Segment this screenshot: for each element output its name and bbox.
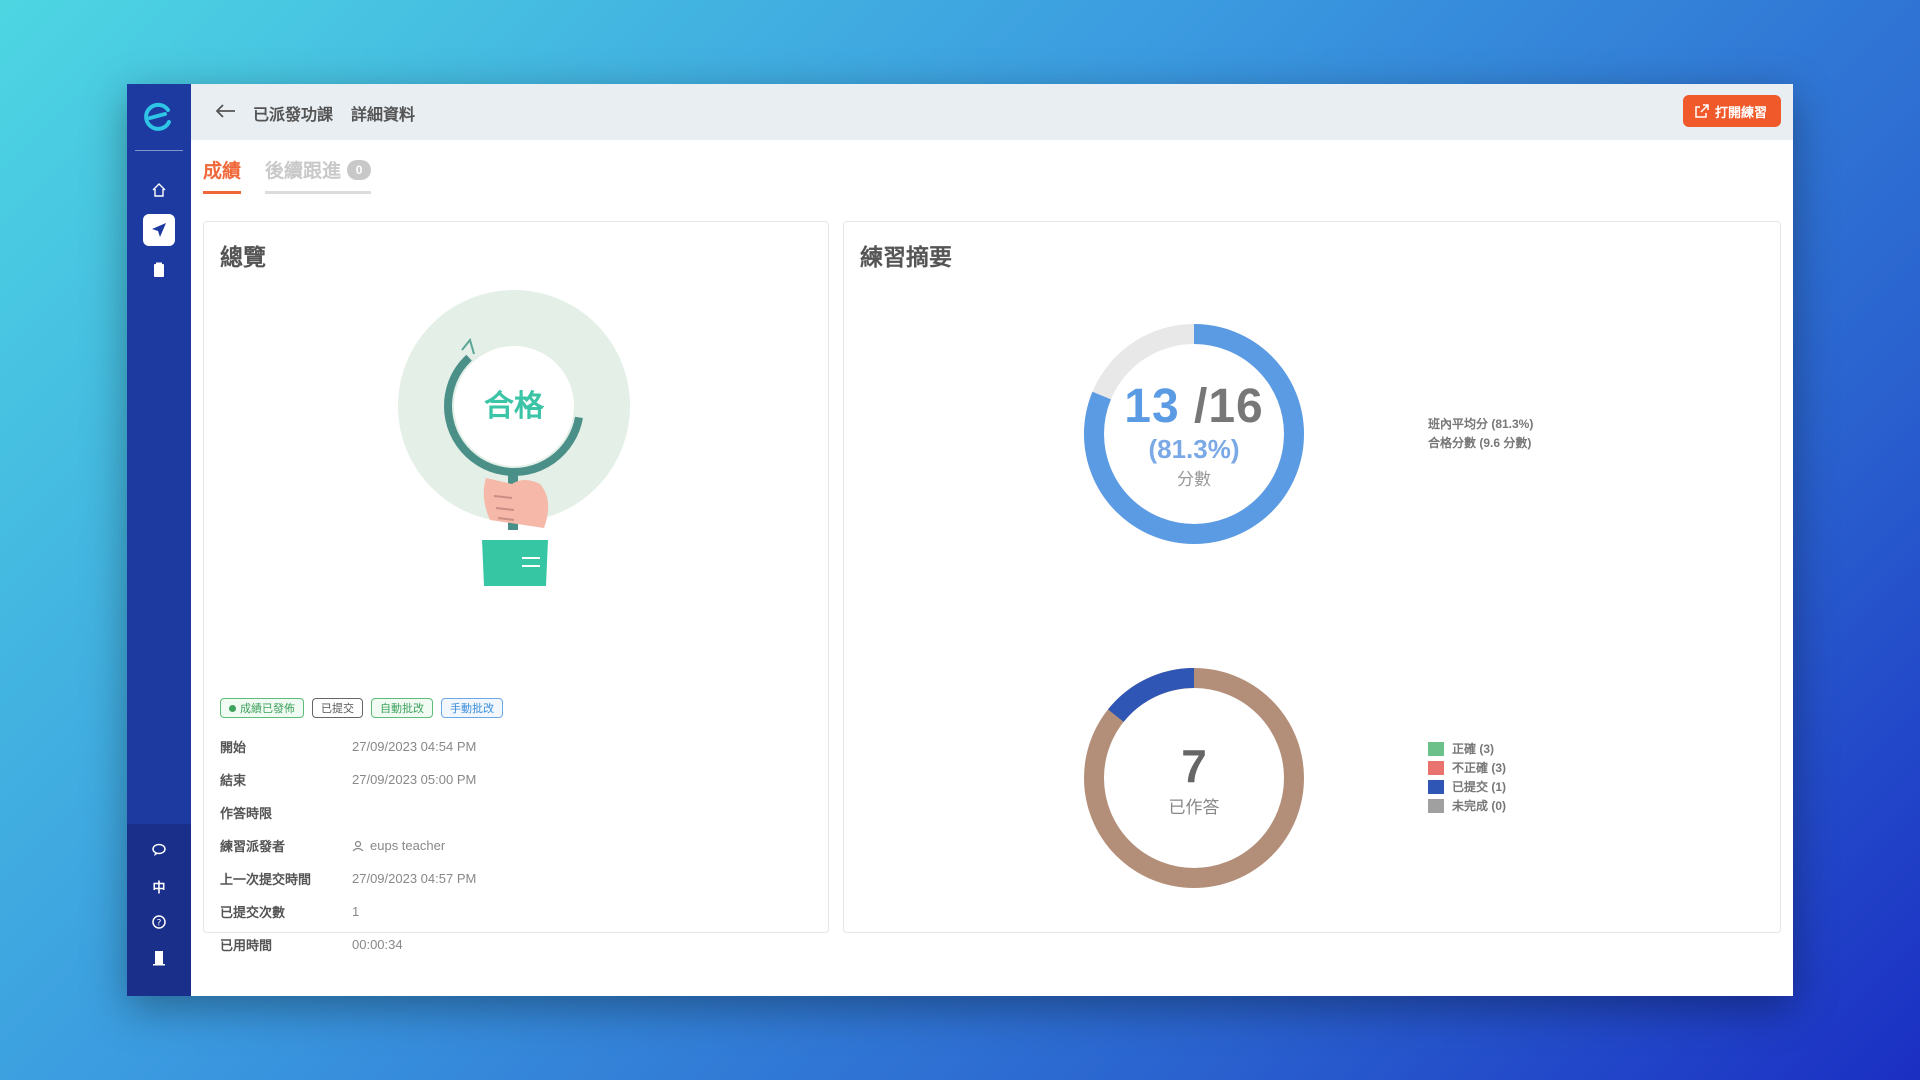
info-value: eups teacher (352, 838, 445, 853)
home-icon[interactable] (143, 174, 175, 206)
info-key: 開始 (220, 740, 247, 755)
legend-swatch-submitted (1428, 779, 1444, 794)
legend-submitted: 已提交 (1) (1428, 777, 1506, 796)
score-percent: (81.3%) (1148, 433, 1240, 464)
overview-card: 總覽 合格 成績已發佈 已提交 自動批改 手動批改 開始 27/09/2023 … (203, 221, 829, 953)
sidebar-bottom: 中 ? (127, 824, 191, 996)
score-obtained: 13 (1124, 379, 1180, 433)
svg-text:?: ? (157, 919, 162, 929)
tab-follow-up-label: 後續跟進 (265, 161, 342, 182)
legend-label: 已提交 (1) (1452, 780, 1507, 794)
stamp-text: 合格 (484, 389, 545, 424)
sidebar: 中 ? (127, 84, 191, 996)
sidebar-divider (135, 150, 183, 151)
assigner-name: eups teacher (370, 838, 446, 853)
info-value: 27/09/2023 05:00 PM (352, 772, 477, 787)
open-exercise-button[interactable]: 打開練習 (1682, 95, 1781, 127)
chat-icon[interactable] (143, 834, 175, 866)
info-key: 已用時間 (220, 938, 273, 953)
pass-mark-legend: 合格分數 (9.6 分數) (1428, 436, 1532, 450)
follow-up-count-badge: 0 (347, 159, 372, 180)
answered-label: 已作答 (1168, 797, 1220, 817)
info-value: 1 (352, 904, 360, 919)
info-value: 27/09/2023 04:57 PM (352, 871, 477, 886)
tag-auto-graded: 自動批改 (371, 698, 433, 718)
tab-results-label: 成績 (203, 161, 242, 182)
app-logo-icon[interactable] (141, 100, 175, 134)
info-value: 00:00:34 (352, 937, 403, 952)
user-avatar-icon (352, 840, 364, 851)
assignment-send-icon[interactable] (143, 214, 175, 246)
score-value: 13 /16 (1124, 379, 1263, 434)
score-legend: 班內平均分 (81.3%) 合格分數 (9.6 分數) (1428, 415, 1533, 453)
legend-incomplete: 未完成 (0) (1428, 796, 1506, 815)
info-key: 作答時限 (220, 806, 273, 821)
tab-bar: 成績 後續跟進 0 (203, 154, 372, 194)
app-window: 中 ? 已派發功課 詳細資料 打開練習 成績 後續跟進 0 總覽 合格 成績已發… (127, 84, 1793, 996)
answers-legend: 正確 (3) 不正確 (3) 已提交 (1) 未完成 (0) (1428, 739, 1506, 815)
legend-incorrect: 不正確 (3) (1428, 758, 1506, 777)
info-key: 結束 (220, 773, 247, 788)
status-tags: 成績已發佈 已提交 自動批改 手動批改 (220, 698, 503, 718)
summary-card: 練習摘要 13 /16 (81.3%) 分數 班內平均分 (81.3%) 合格分… (843, 221, 1781, 933)
legend-label: 不正確 (3) (1452, 761, 1507, 775)
external-link-icon (1695, 104, 1709, 118)
info-row-time-limit: 作答時限 (220, 796, 476, 829)
info-row-submit-count: 已提交次數 1 (220, 895, 476, 928)
info-key: 練習派發者 (220, 839, 286, 854)
language-icon[interactable]: 中 (143, 870, 175, 902)
info-key: 已提交次數 (220, 905, 286, 920)
info-key: 上一次提交時間 (220, 872, 312, 887)
help-icon[interactable]: ? (143, 906, 175, 938)
top-bar: 已派發功課 詳細資料 打開練習 (191, 84, 1793, 140)
info-row-start: 開始 27/09/2023 04:54 PM (220, 730, 476, 763)
legend-swatch-incorrect (1428, 760, 1444, 775)
tag-auto-graded-label: 自動批改 (380, 703, 424, 715)
open-exercise-label: 打開練習 (1714, 104, 1767, 120)
answers-center-text: 7 已作答 (1076, 660, 1312, 896)
tag-manual-graded: 手動批改 (441, 698, 503, 718)
tag-published: 成績已發佈 (220, 698, 304, 718)
legend-swatch-incomplete (1428, 798, 1444, 813)
info-row-end: 結束 27/09/2023 05:00 PM (220, 763, 476, 796)
info-row-assigner: 練習派發者 eups teacher (220, 829, 476, 862)
legend-label: 正確 (3) (1452, 742, 1495, 756)
class-average-legend: 班內平均分 (81.3%) (1428, 417, 1534, 431)
tag-submitted-label: 已提交 (321, 703, 354, 715)
clipboard-icon[interactable] (143, 254, 175, 286)
tab-results[interactable]: 成績 (203, 154, 242, 194)
answered-count: 7 (1181, 739, 1207, 792)
info-row-time-used: 已用時間 00:00:34 (220, 928, 476, 961)
logout-icon[interactable] (143, 942, 175, 974)
tab-follow-up[interactable]: 後續跟進 0 (265, 154, 372, 194)
breadcrumb-section[interactable]: 已派發功課 (253, 101, 333, 125)
legend-label: 未完成 (0) (1452, 799, 1507, 813)
tag-published-label: 成績已發佈 (240, 703, 295, 715)
summary-title: 練習摘要 (860, 244, 952, 270)
tag-manual-graded-label: 手動批改 (450, 703, 494, 715)
pass-stamp-illustration: 合格 (398, 290, 630, 586)
legend-correct: 正確 (3) (1428, 739, 1506, 758)
overview-info-list: 開始 27/09/2023 04:54 PM 結束 27/09/2023 05:… (220, 730, 476, 961)
tag-submitted: 已提交 (312, 698, 363, 718)
score-center-text: 13 /16 (81.3%) 分數 (1076, 316, 1312, 552)
score-unit: 分數 (1177, 469, 1211, 489)
back-arrow-icon[interactable] (213, 98, 239, 124)
info-value: 27/09/2023 04:54 PM (352, 739, 477, 754)
legend-swatch-correct (1428, 741, 1444, 756)
overview-title: 總覽 (220, 244, 266, 270)
score-total: /16 (1194, 379, 1264, 433)
published-dot-icon (229, 704, 236, 712)
breadcrumb: 已派發功課 詳細資料 (253, 101, 415, 125)
info-row-last-submit: 上一次提交時間 27/09/2023 04:57 PM (220, 862, 476, 895)
breadcrumb-page: 詳細資料 (351, 107, 416, 124)
